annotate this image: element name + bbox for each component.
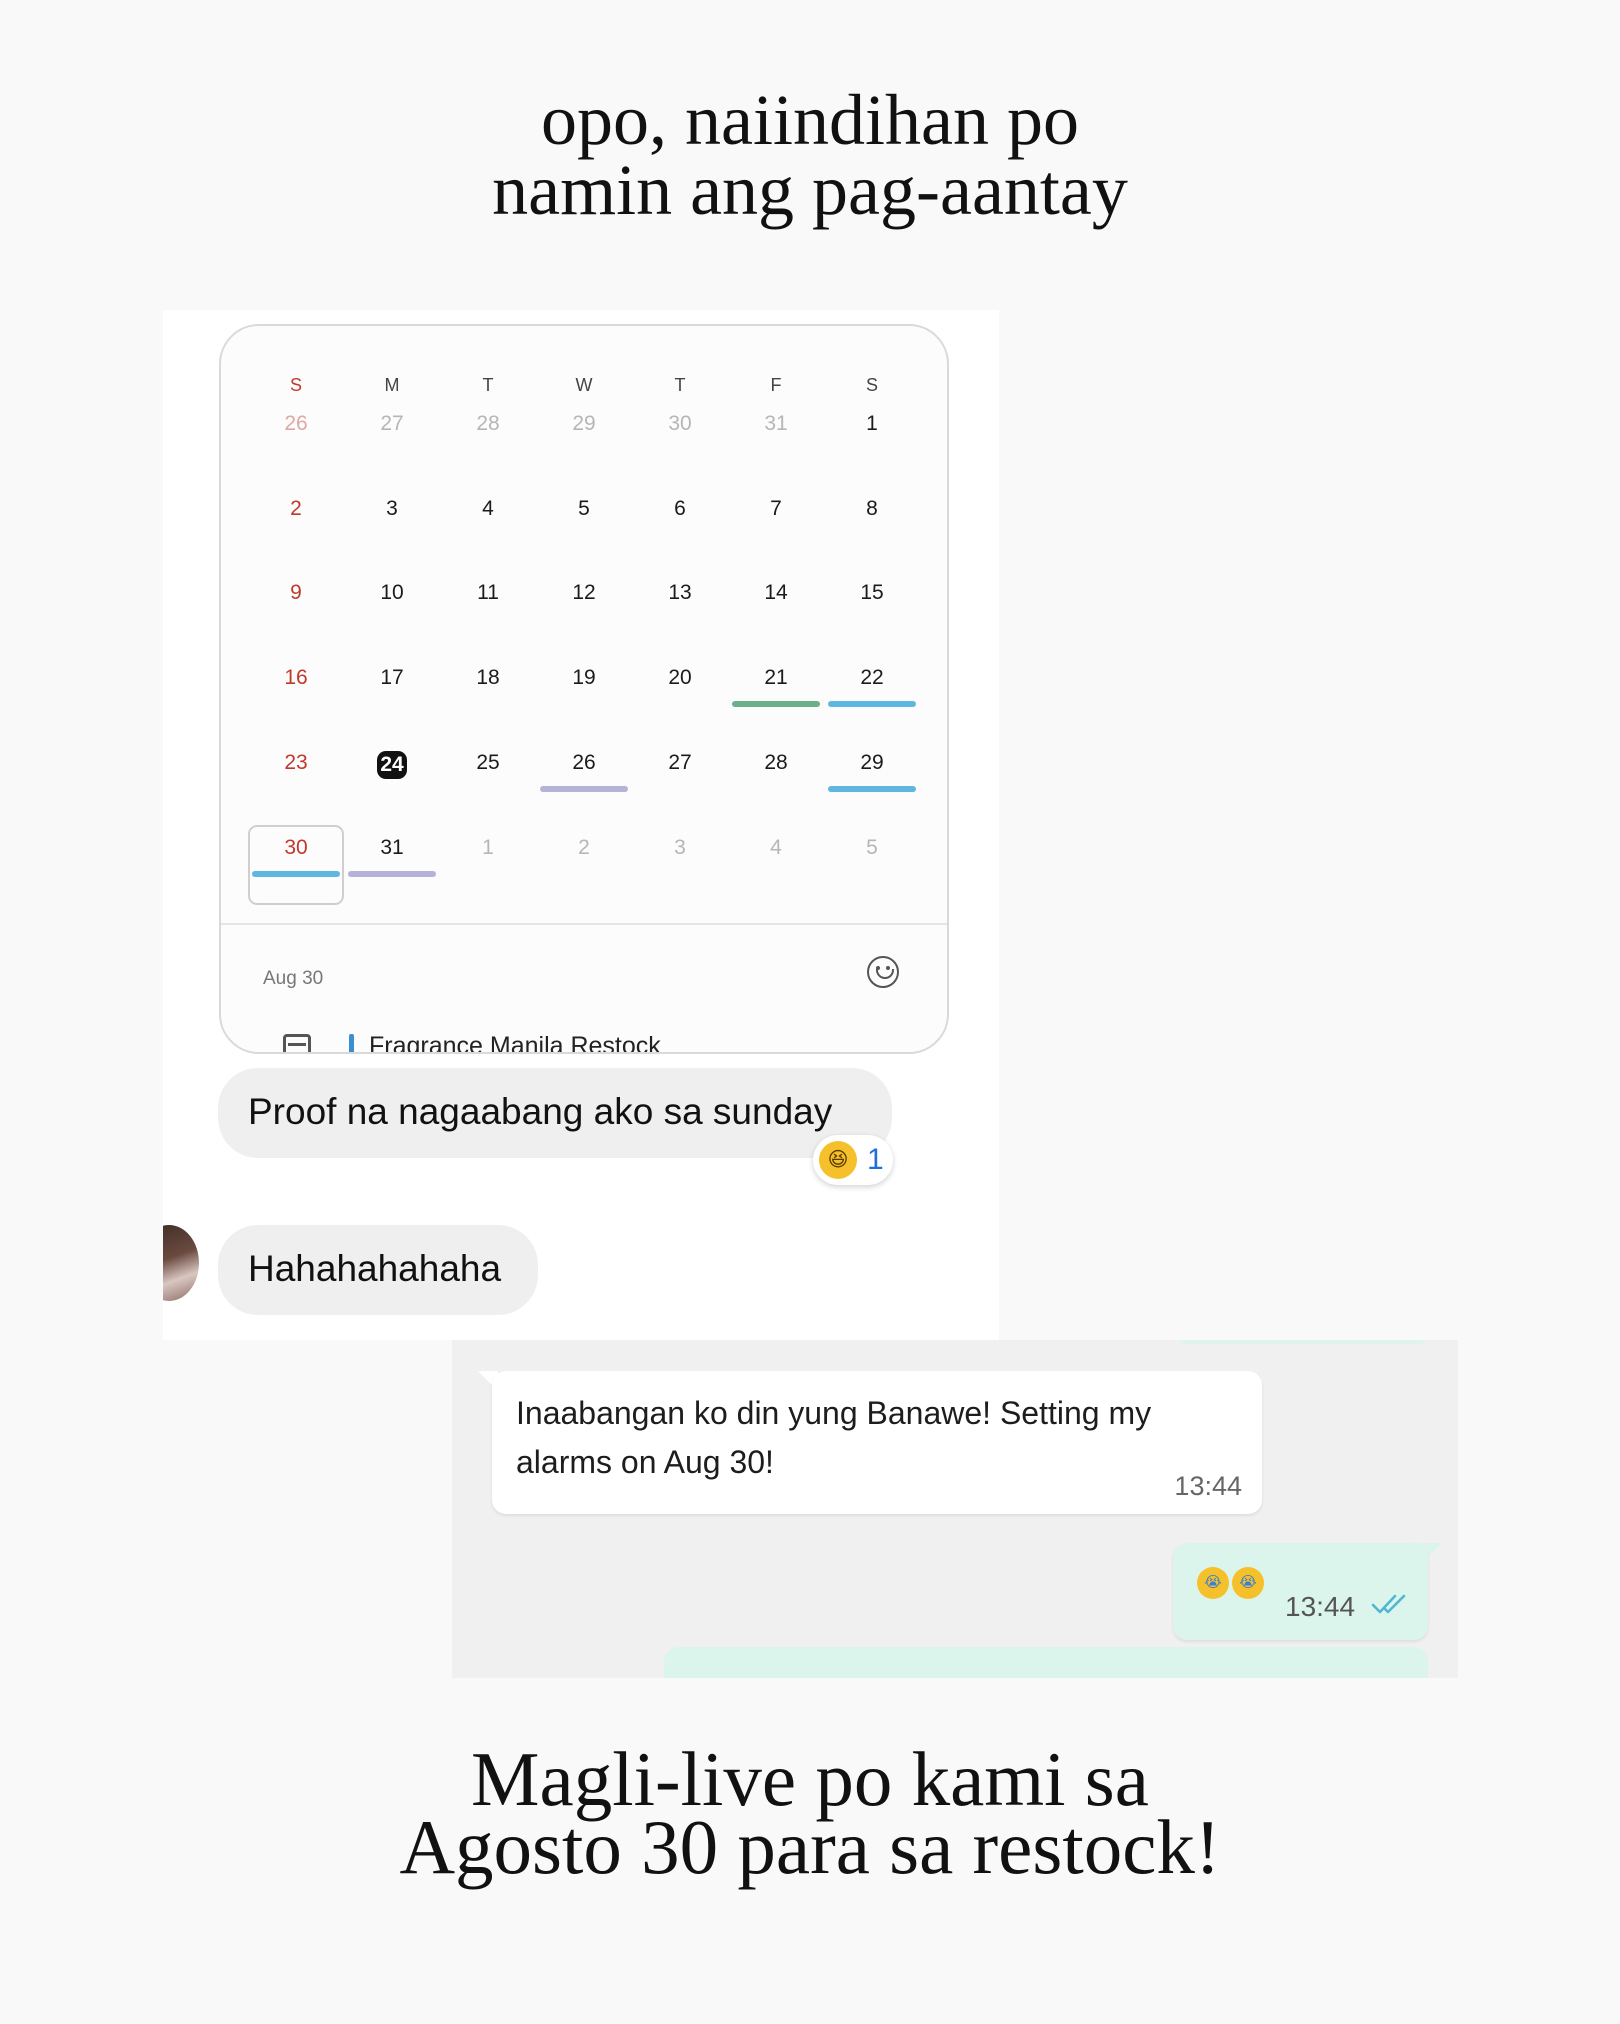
calendar-day[interactable]: 22 xyxy=(824,666,920,690)
reaction-count: 1 xyxy=(867,1143,884,1176)
next-message-edge xyxy=(664,1647,1428,1678)
incoming-message-text: Inaabangan ko din yung Banawe! Setting m… xyxy=(516,1395,1152,1480)
selected-day-outline xyxy=(248,825,344,905)
calendar-day[interactable]: 18 xyxy=(440,666,536,690)
calendar-day[interactable]: 5 xyxy=(824,836,920,860)
calendar-day[interactable]: 17 xyxy=(344,666,440,690)
weekday-label: W xyxy=(575,375,593,395)
previous-message-edge xyxy=(1178,1340,1428,1344)
event-bar xyxy=(828,786,916,792)
calendar-day-today[interactable]: 24 xyxy=(344,751,440,779)
event-bar xyxy=(252,871,340,877)
weekday-label: T xyxy=(674,375,686,395)
bottom-caption: Magli-live po kami sa Agosto 30 para sa … xyxy=(0,1736,1620,1890)
bottom-caption-line-2: Agosto 30 para sa restock! xyxy=(399,1804,1221,1890)
selected-date-label: Aug 30 xyxy=(263,968,324,989)
event-bar xyxy=(732,701,820,707)
calendar-day[interactable]: 10 xyxy=(344,581,440,605)
calendar-day[interactable]: 1 xyxy=(440,836,536,860)
calendar-day[interactable]: 6 xyxy=(632,497,728,521)
calendar-day[interactable]: 28 xyxy=(440,412,536,436)
whatsapp-chat-screenshot: Inaabangan ko din yung Banawe! Setting m… xyxy=(452,1340,1458,1678)
weekday-label: S xyxy=(289,375,302,395)
event-bar xyxy=(540,786,628,792)
calendar-day[interactable]: 5 xyxy=(536,497,632,521)
weekday-label: S xyxy=(865,375,878,395)
today-highlight: 24 xyxy=(377,751,407,779)
calendar-day[interactable]: 2 xyxy=(248,497,344,521)
calendar-day[interactable]: 16 xyxy=(248,666,344,690)
laughing-emoji-icon: 😆 xyxy=(819,1141,857,1179)
calendar-day[interactable]: 3 xyxy=(632,836,728,860)
top-caption-line-2: namin ang pag-aantay xyxy=(492,150,1128,230)
calendar-day[interactable]: 25 xyxy=(440,751,536,775)
weekday-label: F xyxy=(770,375,782,395)
outgoing-message-bubble[interactable]: 😭 😭 13:44 xyxy=(1173,1543,1428,1640)
calendar-chat-screenshot: SMTWTFS 26 27 28 29 30 31 1 2 3 4 5 6 7 8 9 10 11 12 13 14 1… xyxy=(163,310,999,1340)
message-bubble[interactable]: Proof na nagaabang ako sa sunday xyxy=(218,1068,892,1158)
calendar-day[interactable]: 15 xyxy=(824,581,920,605)
double-check-icon xyxy=(1371,1594,1406,1614)
reaction-badge[interactable]: 😆 1 xyxy=(813,1135,893,1185)
crying-emoji-icon: 😭 xyxy=(1232,1567,1264,1599)
calendar-day[interactable]: 21 xyxy=(728,666,824,690)
calendar-day[interactable]: 2 xyxy=(536,836,632,860)
calendar-day[interactable]: 3 xyxy=(344,497,440,521)
calendar-day[interactable]: 27 xyxy=(344,412,440,436)
calendar-event-icon xyxy=(283,1034,311,1052)
calendar-day[interactable]: 19 xyxy=(536,666,632,690)
calendar-day[interactable]: 30 xyxy=(632,412,728,436)
calendar-day[interactable]: 31 xyxy=(344,836,440,860)
outgoing-message-time: 13:44 xyxy=(1285,1591,1356,1622)
calendar-day[interactable]: 26 xyxy=(248,412,344,436)
smiley-icon[interactable] xyxy=(867,956,899,988)
calendar-day[interactable]: 7 xyxy=(728,497,824,521)
calendar-day[interactable]: 27 xyxy=(632,751,728,775)
calendar-day[interactable]: 13 xyxy=(632,581,728,605)
event-color-accent xyxy=(349,1034,354,1052)
avatar[interactable] xyxy=(163,1225,199,1301)
divider xyxy=(221,923,947,925)
top-caption-line-1: opo, naiindihan po xyxy=(541,80,1079,160)
calendar-day[interactable]: 9 xyxy=(248,581,344,605)
calendar-day[interactable]: 14 xyxy=(728,581,824,605)
event-bar xyxy=(348,871,436,877)
calendar-day[interactable]: 8 xyxy=(824,497,920,521)
calendar-day[interactable]: 29 xyxy=(824,751,920,775)
calendar-day[interactable]: 28 xyxy=(728,751,824,775)
event-title[interactable]: Fragrance Manila Restock xyxy=(369,1032,661,1052)
calendar-day[interactable]: 31 xyxy=(728,412,824,436)
weekday-label: M xyxy=(384,375,400,395)
calendar-day[interactable]: 12 xyxy=(536,581,632,605)
calendar-day[interactable]: 1 xyxy=(824,412,920,436)
event-bar xyxy=(828,701,916,707)
calendar-day[interactable]: 26 xyxy=(536,751,632,775)
crying-emoji-icon: 😭 xyxy=(1197,1567,1229,1599)
calendar-day[interactable]: 4 xyxy=(440,497,536,521)
bottom-caption-line-1: Magli-live po kami sa xyxy=(471,1736,1149,1822)
calendar-day[interactable]: 23 xyxy=(248,751,344,775)
calendar-day[interactable]: 20 xyxy=(632,666,728,690)
calendar-card: SMTWTFS 26 27 28 29 30 31 1 2 3 4 5 6 7 8 9 10 11 12 13 14 1… xyxy=(219,324,949,1054)
calendar-day[interactable]: 11 xyxy=(440,581,536,605)
calendar-day[interactable]: 4 xyxy=(728,836,824,860)
weekday-label: T xyxy=(482,375,494,395)
message-bubble[interactable]: Hahahahahaha xyxy=(218,1225,538,1315)
calendar-day[interactable]: 29 xyxy=(536,412,632,436)
top-caption: opo, naiindihan po namin ang pag-aantay xyxy=(0,80,1620,230)
incoming-message-time: 13:44 xyxy=(1174,1471,1242,1501)
incoming-message-bubble[interactable]: Inaabangan ko din yung Banawe! Setting m… xyxy=(492,1371,1262,1514)
